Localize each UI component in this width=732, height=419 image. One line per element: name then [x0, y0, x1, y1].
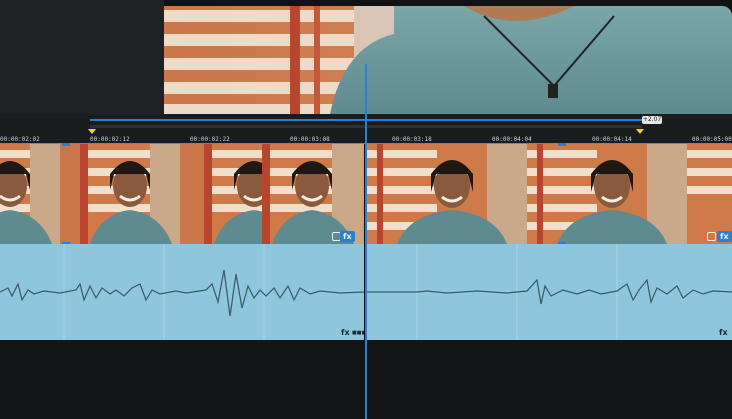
clip-edge-tick — [558, 143, 566, 146]
video-clip-2[interactable]: fx — [366, 143, 732, 245]
out-point-marker-icon[interactable] — [636, 129, 644, 134]
clip-edge-tick — [62, 143, 70, 146]
video-clip-1[interactable]: fx — [0, 143, 365, 245]
playhead-icon[interactable] — [365, 64, 367, 419]
preview-empty-area — [0, 0, 164, 114]
audio-clip-1[interactable]: fx ■■■ — [0, 244, 366, 340]
audio-clip-2[interactable]: fx — [367, 244, 732, 340]
ruler-label: 00:00:02:12 — [90, 136, 130, 143]
video-preview[interactable] — [164, 6, 732, 114]
audio-waveform — [367, 244, 732, 340]
ruler-label: 00:00:04:14 — [592, 136, 632, 143]
ruler-label: 00:00:05:00 — [692, 136, 732, 143]
square-icon[interactable] — [707, 232, 716, 241]
fx-icon[interactable]: fx — [717, 231, 732, 242]
duration-badge[interactable]: +2.07 — [642, 116, 662, 124]
ruler-label: 00:00:03:18 — [392, 136, 432, 143]
audio-waveform — [0, 244, 365, 340]
fx-icon[interactable]: fx — [719, 328, 728, 337]
ruler-label: 00:00:02:22 — [190, 136, 230, 143]
fx-icon[interactable]: fx — [340, 231, 355, 242]
ruler-label: 00:00:04:04 — [492, 136, 532, 143]
ruler-label: 00:00:03:08 — [290, 136, 330, 143]
clip-thumbnails — [0, 144, 364, 244]
in-point-marker-icon[interactable] — [88, 129, 96, 134]
clip-thumbnails — [367, 144, 732, 244]
fx-icon[interactable]: fx — [341, 328, 350, 337]
ruler-label: 00:00:02:02 — [0, 136, 40, 143]
preview-image — [164, 6, 732, 114]
